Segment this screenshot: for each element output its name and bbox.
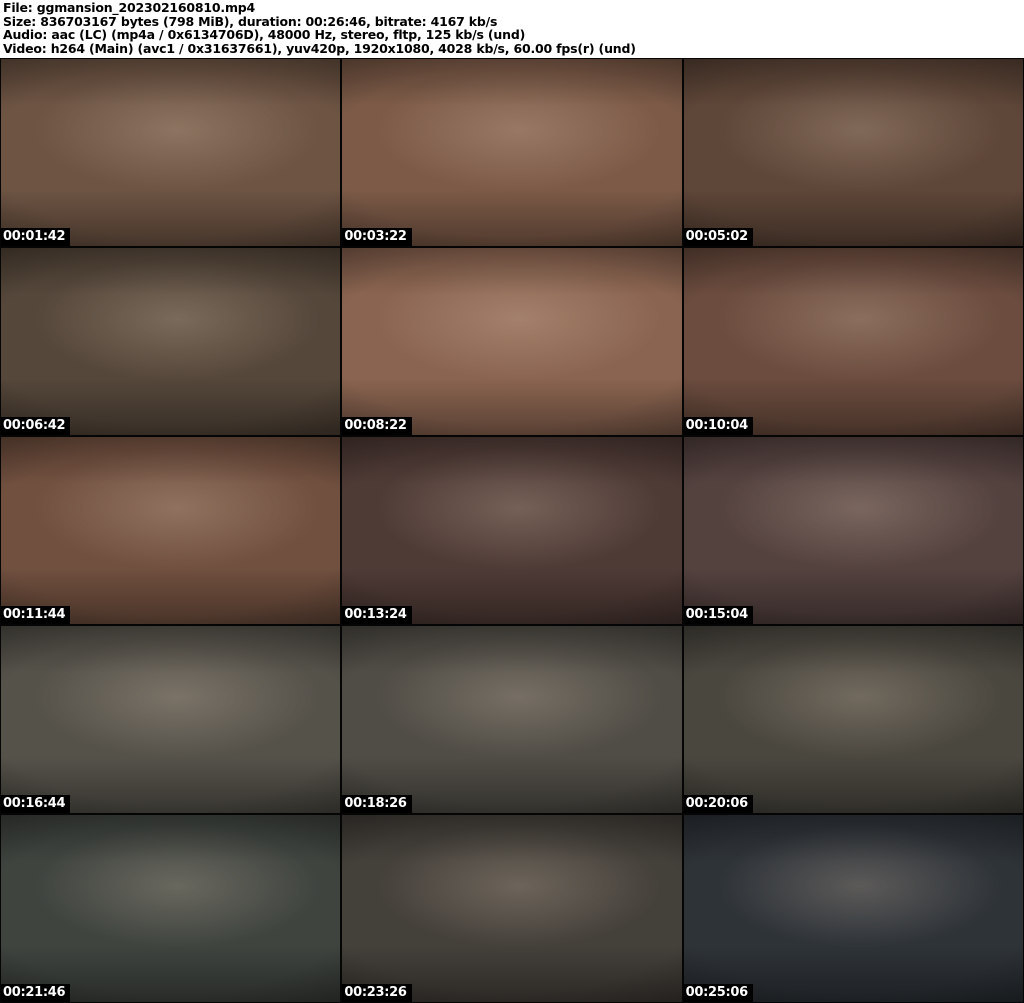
size-info-line: Size: 836703167 bytes (798 MiB), duratio… <box>3 15 1024 29</box>
timestamp-overlay: 00:15:04 <box>684 606 753 624</box>
timestamp-overlay: 00:23:26 <box>342 984 411 1002</box>
timestamp-overlay: 00:05:02 <box>684 228 753 246</box>
video-thumbnail: 00:11:44 <box>0 436 341 625</box>
timestamp-overlay: 00:20:06 <box>684 795 753 813</box>
video-thumbnail: 00:10:04 <box>683 247 1024 436</box>
timestamp-overlay: 00:08:22 <box>342 417 411 435</box>
video-info-line: Video: h264 (Main) (avc1 / 0x31637661), … <box>3 42 1024 56</box>
timestamp-overlay: 00:13:24 <box>342 606 411 624</box>
timestamp-overlay: 00:06:42 <box>1 417 70 435</box>
video-thumbnail: 00:23:26 <box>341 814 682 1003</box>
video-thumbnail: 00:08:22 <box>341 247 682 436</box>
audio-info-line: Audio: aac (LC) (mp4a / 0x6134706D), 480… <box>3 28 1024 42</box>
video-thumbnail: 00:05:02 <box>683 58 1024 247</box>
video-thumbnail: 00:25:06 <box>683 814 1024 1003</box>
timestamp-overlay: 00:16:44 <box>1 795 70 813</box>
timestamp-overlay: 00:03:22 <box>342 228 411 246</box>
video-thumbnail: 00:06:42 <box>0 247 341 436</box>
timestamp-overlay: 00:10:04 <box>684 417 753 435</box>
timestamp-overlay: 00:21:46 <box>1 984 70 1002</box>
video-thumbnail: 00:15:04 <box>683 436 1024 625</box>
timestamp-overlay: 00:18:26 <box>342 795 411 813</box>
video-thumbnail: 00:18:26 <box>341 625 682 814</box>
video-thumbnail: 00:20:06 <box>683 625 1024 814</box>
video-thumbnail: 00:21:46 <box>0 814 341 1003</box>
file-info-line: File: ggmansion_202302160810.mp4 <box>3 1 1024 15</box>
video-thumbnail: 00:01:42 <box>0 58 341 247</box>
thumbnail-grid: 00:01:42 00:03:22 00:05:02 00:06:42 00:0… <box>0 58 1024 1003</box>
contact-sheet: File: ggmansion_202302160810.mp4 Size: 8… <box>0 0 1024 1003</box>
video-thumbnail: 00:03:22 <box>341 58 682 247</box>
video-thumbnail: 00:13:24 <box>341 436 682 625</box>
metadata-header: File: ggmansion_202302160810.mp4 Size: 8… <box>0 0 1024 58</box>
timestamp-overlay: 00:25:06 <box>684 984 753 1002</box>
video-thumbnail: 00:16:44 <box>0 625 341 814</box>
timestamp-overlay: 00:01:42 <box>1 228 70 246</box>
timestamp-overlay: 00:11:44 <box>1 606 70 624</box>
